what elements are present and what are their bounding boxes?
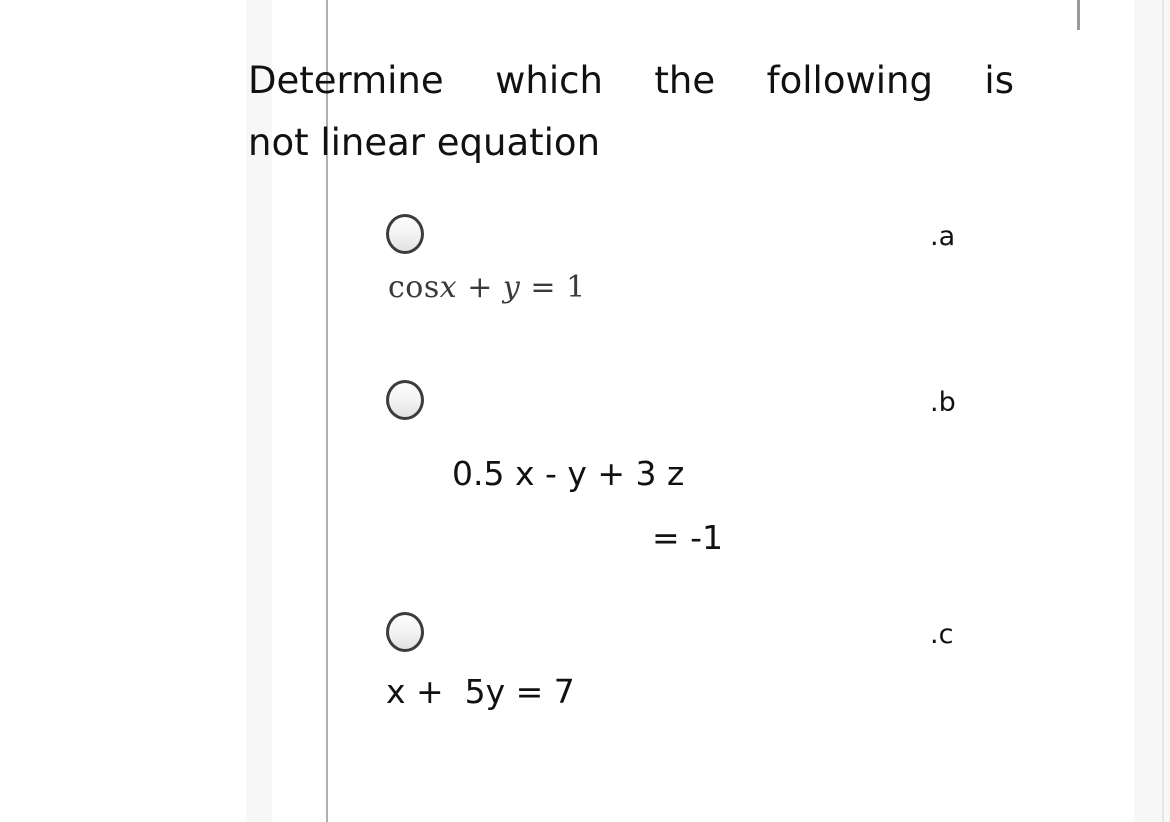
option-a-variable-x: x (439, 270, 458, 305)
option-c-equation: x + 5y = 7 (386, 672, 575, 711)
radio-button-c[interactable] (386, 612, 424, 652)
option-a-letter: .a (930, 221, 956, 252)
option-b-equation: 0.5 x - y + 3 z = -1 (452, 442, 1152, 570)
option-a-equation-tail: = 1 (520, 270, 586, 305)
option-b-equation-line-1: 0.5 x - y + 3 z (452, 454, 685, 493)
question-line-1: Determine which the following is (248, 59, 1014, 102)
option-a-equation: cosx + y = 1 (388, 266, 1088, 310)
option-b-letter: .b (930, 387, 956, 418)
option-a-variable-y: y (502, 270, 521, 305)
radio-button-b[interactable] (386, 380, 424, 420)
radio-button-a[interactable] (386, 214, 424, 254)
option-a-cos-token: cos (388, 270, 440, 305)
page-title: Determine which the following is not lin… (248, 50, 1014, 174)
option-a-operator-plus: + (457, 270, 503, 305)
option-b-equation-line-2: = -1 (652, 518, 724, 557)
question-line-2: not linear equation (248, 121, 601, 164)
option-c-letter: .c (930, 619, 954, 650)
question-content: Determine which the following is not lin… (0, 0, 1170, 822)
